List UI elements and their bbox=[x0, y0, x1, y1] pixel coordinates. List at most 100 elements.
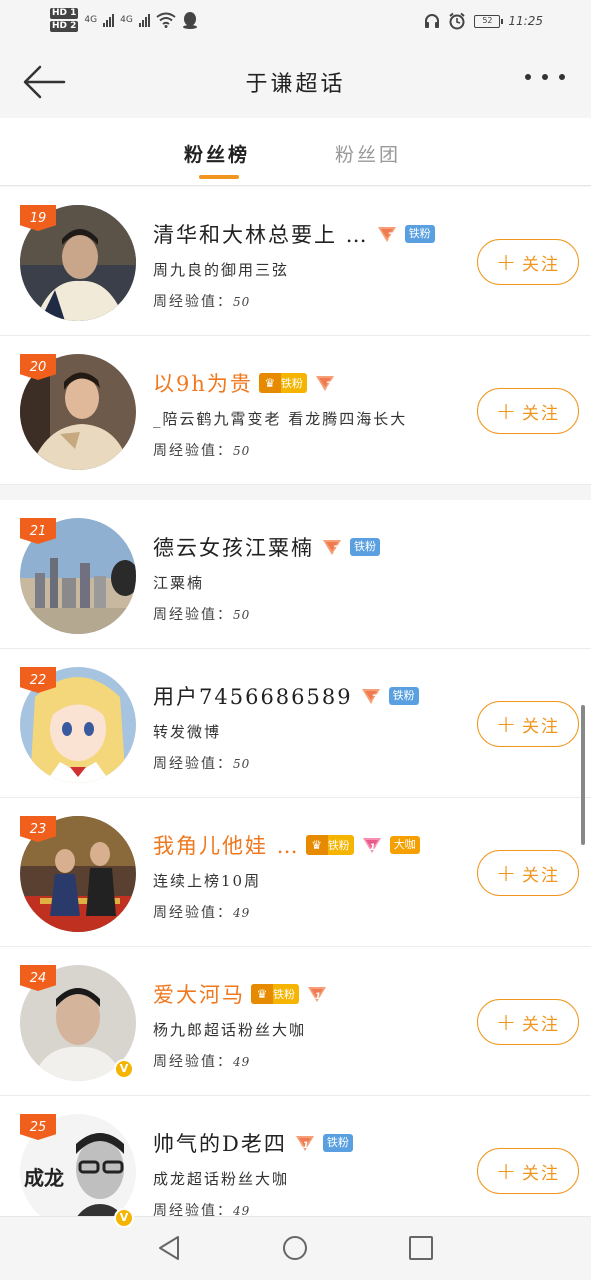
network-type-1: 4G bbox=[84, 15, 98, 25]
exp-label: 周经验值： bbox=[153, 607, 233, 623]
battery-icon: 52 bbox=[474, 14, 504, 28]
follow-label: 关注 bbox=[522, 865, 561, 886]
follow-button[interactable]: + 关注 bbox=[477, 388, 579, 434]
scrollbar[interactable] bbox=[581, 705, 585, 845]
weekly-exp: 周经验值：50 bbox=[153, 291, 250, 311]
iron-fan-label: 铁粉 bbox=[327, 839, 350, 852]
plus-icon: + bbox=[495, 1157, 519, 1185]
level-number: 12 bbox=[369, 842, 382, 853]
iron-fan-badge: 铁粉 bbox=[388, 687, 419, 705]
follow-button[interactable]: + 关注 bbox=[477, 701, 579, 747]
name-line: 我角儿他娃 … ♛ 铁粉 12 大咖 bbox=[153, 830, 420, 860]
list-item[interactable]: 24 V 爱大河马 ♛ 铁粉 11 杨九郎超话粉丝大咖 周经验值：49 + 关注 bbox=[0, 947, 591, 1096]
plus-icon: + bbox=[495, 710, 519, 738]
user-name[interactable]: 清华和大林总要上 … bbox=[153, 219, 369, 249]
list-item[interactable]: 22 用户7456686589 7 铁粉 转发微博 周经验值：50 + 关注 bbox=[0, 649, 591, 798]
tab-bar: 粉丝榜 粉丝团 bbox=[0, 118, 591, 186]
user-name[interactable]: 德云女孩江粟楠 bbox=[153, 532, 314, 562]
user-description: 成龙超话粉丝大咖 bbox=[153, 1170, 290, 1188]
status-left: HD 1 HD 2 4G 4G bbox=[50, 8, 198, 32]
crown-iron-fan-badge: ♛ 铁粉 bbox=[251, 984, 299, 1004]
status-right: 52 11:25 bbox=[424, 12, 543, 30]
qq-icon bbox=[182, 12, 197, 29]
level-number: 7 bbox=[325, 380, 333, 391]
alarm-icon bbox=[449, 12, 466, 30]
exp-value: 50 bbox=[233, 757, 251, 771]
tab-fan-group[interactable]: 粉丝团 bbox=[335, 140, 401, 167]
level-number: 11 bbox=[314, 991, 328, 1002]
network-type-2: 4G bbox=[120, 15, 133, 25]
exp-value: 50 bbox=[233, 444, 251, 458]
level-heart-icon: 11 bbox=[293, 1133, 317, 1153]
verified-icon: V bbox=[114, 1059, 134, 1079]
list-item[interactable]: 20 以9h为贵 ♛ 铁粉 7 _陪云鹤九霄变老 看龙腾四海长大 周经验值：50 … bbox=[0, 336, 591, 485]
name-line: 用户7456686589 7 铁粉 bbox=[153, 681, 419, 711]
name-line: 德云女孩江粟楠 7 铁粉 bbox=[153, 532, 380, 562]
follow-button[interactable]: + 关注 bbox=[477, 239, 579, 285]
level-number: 11 bbox=[302, 1140, 316, 1151]
follow-label: 关注 bbox=[522, 254, 561, 275]
hd1-badge: HD 1 bbox=[50, 8, 79, 19]
big-shot-badge: 大咖 bbox=[389, 836, 420, 854]
user-name[interactable]: 爱大河马 bbox=[153, 979, 245, 1009]
plus-icon: + bbox=[495, 248, 519, 276]
exp-label: 周经验值： bbox=[153, 294, 233, 310]
weekly-exp: 周经验值：50 bbox=[153, 604, 250, 624]
more-icon[interactable] bbox=[525, 74, 565, 80]
weekly-exp: 周经验值：50 bbox=[153, 753, 250, 773]
signal-icon bbox=[103, 13, 115, 27]
level-heart-icon: 12 bbox=[360, 835, 384, 855]
iron-fan-label: 铁粉 bbox=[273, 988, 295, 1001]
follow-button[interactable]: + 关注 bbox=[477, 1148, 579, 1194]
follow-button[interactable]: + 关注 bbox=[477, 850, 579, 896]
clock: 11:25 bbox=[508, 14, 543, 28]
level-heart-icon: 7 bbox=[375, 224, 399, 244]
user-name[interactable]: 帅气的D老四 bbox=[153, 1128, 287, 1158]
user-name[interactable]: 我角儿他娃 … bbox=[153, 830, 300, 860]
hd-indicators: HD 1 HD 2 bbox=[50, 8, 79, 32]
signal-icon-2 bbox=[138, 13, 150, 27]
level-number: 7 bbox=[332, 544, 340, 555]
exp-label: 周经验值： bbox=[153, 756, 233, 772]
user-description: 转发微博 bbox=[153, 723, 222, 741]
follow-button[interactable]: + 关注 bbox=[477, 999, 579, 1045]
verified-icon: V bbox=[114, 1208, 134, 1228]
plus-icon: + bbox=[495, 1008, 519, 1036]
name-line: 清华和大林总要上 … 7 铁粉 bbox=[153, 219, 435, 249]
list-item[interactable]: 21 德云女孩江粟楠 7 铁粉 江粟楠 周经验值：50 bbox=[0, 500, 591, 649]
user-name[interactable]: 以9h为贵 bbox=[153, 368, 253, 398]
crown-icon: ♛ bbox=[251, 984, 273, 1004]
system-nav-bar bbox=[0, 1216, 591, 1280]
level-heart-icon: 7 bbox=[320, 537, 344, 557]
exp-label: 周经验值： bbox=[153, 1054, 233, 1070]
iron-fan-label: 铁粉 bbox=[280, 377, 303, 390]
iron-fan-badge: 铁粉 bbox=[322, 1134, 353, 1152]
fan-ranking-list: 19 清华和大林总要上 … 7 铁粉 周九良的御用三弦 周经验值：50 + 关注 … bbox=[0, 187, 591, 1245]
nav-home-icon[interactable] bbox=[280, 1233, 310, 1263]
user-description: 江粟楠 bbox=[153, 574, 205, 592]
name-line: 帅气的D老四 11 铁粉 bbox=[153, 1128, 353, 1158]
nav-back-icon[interactable] bbox=[154, 1233, 184, 1263]
user-description: 杨九郎超话粉丝大咖 bbox=[153, 1021, 307, 1039]
hd2-badge: HD 2 bbox=[50, 21, 79, 32]
follow-label: 关注 bbox=[522, 1014, 561, 1035]
exp-label: 周经验值： bbox=[153, 443, 233, 459]
title-bar: 于谦超话 bbox=[0, 48, 591, 118]
plus-icon: + bbox=[495, 397, 519, 425]
user-description: _陪云鹤九霄变老 看龙腾四海长大 bbox=[153, 410, 408, 428]
user-name[interactable]: 用户7456686589 bbox=[153, 681, 353, 711]
tab-fan-ranking[interactable]: 粉丝榜 bbox=[184, 140, 250, 167]
iron-fan-badge: 铁粉 bbox=[404, 225, 435, 243]
nav-recents-icon[interactable] bbox=[406, 1233, 436, 1263]
exp-value: 49 bbox=[233, 906, 251, 920]
weekly-exp: 周经验值：50 bbox=[153, 440, 250, 460]
follow-label: 关注 bbox=[522, 1163, 561, 1184]
list-item[interactable]: 23 我角儿他娃 … ♛ 铁粉 12 大咖 连续上榜10周 周经验值：49 + 关注 bbox=[0, 798, 591, 947]
user-description: 周九良的御用三弦 bbox=[153, 261, 290, 279]
list-item[interactable]: 19 清华和大林总要上 … 7 铁粉 周九良的御用三弦 周经验值：50 + 关注 bbox=[0, 187, 591, 336]
level-heart-icon: 7 bbox=[313, 373, 337, 393]
follow-label: 关注 bbox=[522, 403, 561, 424]
status-bar: HD 1 HD 2 4G 4G 52 11:25 bbox=[0, 0, 591, 48]
level-number: 7 bbox=[371, 693, 378, 704]
follow-label: 关注 bbox=[522, 716, 561, 737]
